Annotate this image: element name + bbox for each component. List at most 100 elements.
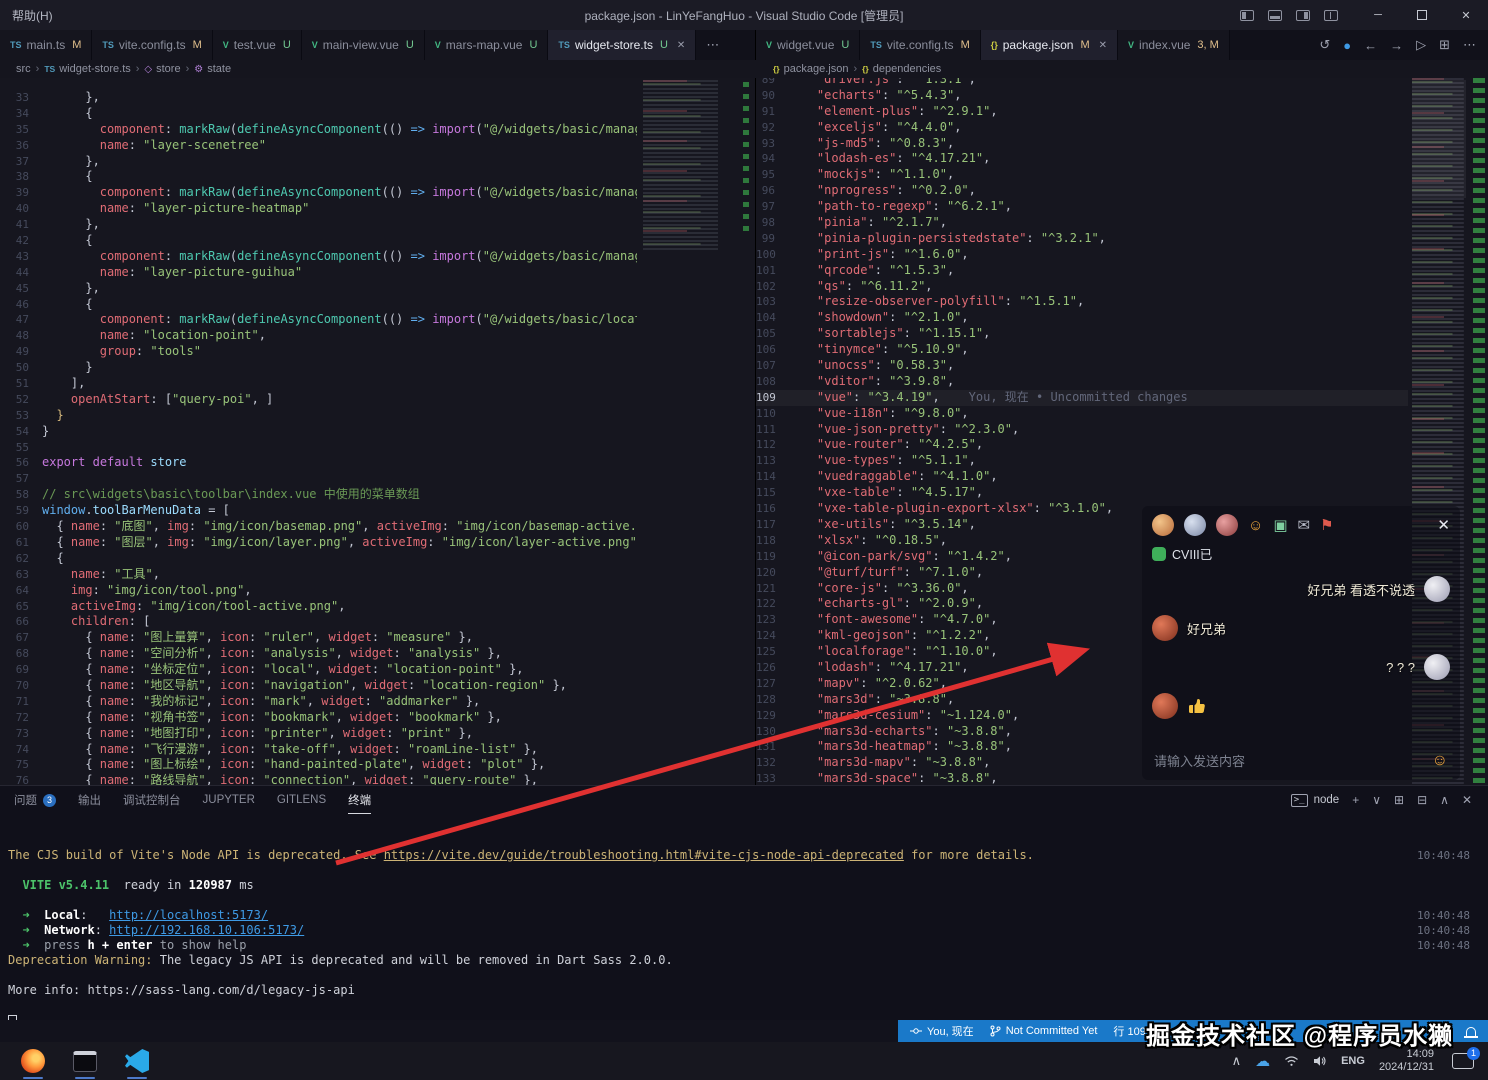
back-icon[interactable]: ← — [1364, 38, 1377, 53]
split-terminal-icon[interactable]: ⊞ — [1394, 793, 1404, 807]
code-line-40: 40 name: "layer-picture-heatmap" — [0, 201, 637, 217]
volume-icon[interactable] — [1313, 1055, 1327, 1067]
blue-dot-icon[interactable]: ● — [1343, 38, 1351, 53]
panel-tab-输出[interactable]: 输出 — [78, 787, 101, 814]
message-icon[interactable]: ✉ — [1298, 518, 1311, 533]
terminal-line: ➜ Network: http://192.168.10.106:5173/10… — [8, 923, 1488, 938]
breadcrumb-item-store[interactable]: ◇store — [144, 63, 180, 75]
editor-tab-test.vue[interactable]: Vtest.vueU — [213, 30, 302, 60]
breadcrumb-item-dependencies[interactable]: {}dependencies — [862, 63, 941, 75]
history-icon[interactable]: ↺ — [1319, 37, 1330, 53]
avatar[interactable] — [1184, 514, 1206, 536]
terminal-picker-icon[interactable]: ∨ — [1372, 793, 1381, 807]
terminal-output[interactable]: The CJS build of Vite's Node API is depr… — [0, 814, 1488, 1020]
branch-icon — [990, 1025, 1001, 1037]
close-tab-icon[interactable]: ✕ — [677, 40, 685, 51]
panel-tab-调试控制台[interactable]: 调试控制台 — [123, 787, 181, 814]
toggle-panel-icon[interactable] — [1268, 10, 1282, 21]
tray-expand-icon[interactable]: ∧ — [1232, 1053, 1242, 1069]
more-actions-icon[interactable]: ⋯ — [1463, 37, 1476, 53]
code-line-94: 94 "lodash-es": "^4.17.21", — [756, 151, 1408, 167]
terminal-line: ➜ press h + enter to show help10:40:48 — [8, 938, 1488, 953]
breadcrumb-item-package.json[interactable]: {}package.json — [773, 63, 848, 75]
forward-icon[interactable]: → — [1390, 38, 1403, 53]
avatar[interactable] — [1216, 514, 1238, 536]
vscode-icon — [125, 1049, 149, 1073]
close-window-button[interactable]: ✕ — [1444, 0, 1488, 30]
panel-tab-问题[interactable]: 问题3 — [14, 787, 56, 814]
breadcrumb-item-widget-store.ts[interactable]: TSwidget-store.ts — [44, 63, 130, 75]
chat-input[interactable]: 请输入发送内容 ☺ — [1154, 751, 1448, 770]
tab-overflow-button[interactable]: ⋯ — [696, 30, 729, 60]
editor-tab-main-view.vue[interactable]: Vmain-view.vueU — [302, 30, 425, 60]
close-panel-icon[interactable]: ✕ — [1462, 793, 1472, 807]
code-text: "qrcode": "^1.5.3", — [788, 263, 954, 279]
menu-help[interactable]: 帮助(H) — [0, 0, 65, 30]
toggle-secondary-sidebar-icon[interactable] — [1296, 10, 1310, 21]
panel-tab-JUPYTER[interactable]: JUPYTER — [203, 787, 255, 814]
line-number: 117 — [756, 517, 788, 533]
code-line-58: 58// src\widgets\basic\toolbar\index.vue… — [0, 487, 637, 503]
git-status-badge: M — [961, 39, 970, 51]
breadcrumb-item-state[interactable]: ⚙state — [194, 63, 231, 75]
minimize-button[interactable]: ─ — [1356, 0, 1400, 30]
notification-center-icon[interactable]: 1 — [1452, 1053, 1474, 1069]
customize-layout-icon[interactable] — [1324, 10, 1338, 21]
overview-ruler — [743, 82, 749, 232]
emoji-picker-icon[interactable]: ☺ — [1432, 752, 1448, 770]
avatar[interactable] — [1152, 514, 1174, 536]
status-item[interactable]: Not Committed Yet — [990, 1025, 1098, 1037]
line-number: 54 — [0, 424, 42, 440]
code-line-44: 44 name: "layer-picture-guihua" — [0, 265, 637, 281]
close-tab-icon[interactable]: ✕ — [1099, 40, 1107, 51]
line-number: 99 — [756, 231, 788, 247]
notifications-bell-icon[interactable] — [1466, 1027, 1476, 1036]
file-type-icon: {} — [862, 64, 869, 74]
tray-date: 2024/12/31 — [1379, 1061, 1434, 1074]
editor-tab-package.json[interactable]: {}package.jsonM✕ — [981, 30, 1118, 60]
pin-icon[interactable]: ⚑ — [1320, 518, 1333, 533]
avatar — [1424, 654, 1450, 680]
editor-tab-vite.config.ts[interactable]: TSvite.config.tsM — [860, 30, 980, 60]
breadcrumb-item-src[interactable]: src — [16, 63, 31, 75]
wifi-icon[interactable] — [1284, 1055, 1299, 1067]
emoji-icon[interactable]: ☺ — [1248, 518, 1263, 533]
toggle-primary-sidebar-icon[interactable] — [1240, 10, 1254, 21]
terminal-instance[interactable]: >_ node — [1291, 794, 1339, 807]
maximize-panel-icon[interactable]: ∧ — [1440, 793, 1449, 807]
run-icon[interactable]: ▷ — [1416, 37, 1426, 53]
terminal-app-icon[interactable] — [72, 1048, 98, 1074]
editor-tab-vite.config.ts[interactable]: TSvite.config.tsM — [92, 30, 212, 60]
editor-tab-widget-store.ts[interactable]: TSwidget-store.tsU✕ — [548, 30, 696, 60]
editor-tab-widget.vue[interactable]: Vwidget.vueU — [756, 30, 860, 60]
close-chat-icon[interactable]: ✕ — [1437, 518, 1450, 533]
kill-terminal-icon[interactable]: ⊟ — [1417, 793, 1427, 807]
code-text: "core-js": "^3.36.0", — [788, 581, 969, 597]
image-icon[interactable]: ▣ — [1273, 518, 1287, 533]
cloud-sync-icon[interactable]: ☁ — [1255, 1052, 1270, 1070]
code-line-43: 43 component: markRaw(defineAsyncCompone… — [0, 249, 637, 265]
code-text: "kml-geojson": "^1.2.2", — [788, 628, 990, 644]
panel-tab-GITLENS[interactable]: GITLENS — [277, 787, 326, 814]
maximize-button[interactable] — [1400, 0, 1444, 30]
line-number: 33 — [0, 90, 42, 106]
tray-clock[interactable]: 14:09 2024/12/31 — [1379, 1048, 1434, 1074]
minimap-viewport[interactable] — [1412, 80, 1466, 198]
editor-tab-main.ts[interactable]: TSmain.tsM — [0, 30, 92, 60]
status-items: You, 现在Not Committed Yet行 109, 列 22 — [910, 1023, 1178, 1039]
vscode-app-icon[interactable] — [124, 1048, 150, 1074]
browser-app-icon[interactable] — [20, 1048, 46, 1074]
editor-tab-mars-map.vue[interactable]: Vmars-map.vueU — [425, 30, 549, 60]
status-item[interactable]: You, 现在 — [910, 1023, 974, 1039]
file-type-icon: V — [312, 40, 318, 50]
split-editor-icon[interactable]: ⊞ — [1439, 37, 1450, 53]
input-language[interactable]: ENG — [1341, 1055, 1365, 1067]
panel-tab-终端[interactable]: 终端 — [348, 787, 371, 814]
editor-pane-left[interactable]: 33 },34 {35 component: markRaw(defineAsy… — [0, 78, 756, 785]
chat-overlay: ☺ ▣ ✉ ⚑ ✕ CVIII已 好兄弟 看透不说透好兄弟? ? ? 请输入发送… — [1142, 506, 1460, 780]
code-text: "exceljs": "^4.4.0", — [788, 120, 961, 136]
minimap[interactable] — [643, 80, 723, 252]
editor-tab-index.vue[interactable]: Vindex.vue3, M — [1118, 30, 1230, 60]
new-terminal-icon[interactable]: + — [1352, 793, 1359, 807]
terminal-timestamp: 10:40:48 — [1417, 848, 1470, 863]
